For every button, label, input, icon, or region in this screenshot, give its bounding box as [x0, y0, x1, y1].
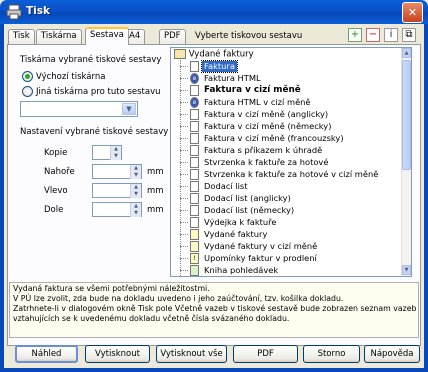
help-button[interactable]: Nápověda [364, 345, 420, 363]
up-icon[interactable]: ▲ [130, 203, 141, 210]
tab-pdf[interactable]: PDF [159, 29, 186, 44]
folder-icon [174, 49, 186, 59]
radio-default-printer[interactable] [22, 71, 33, 82]
settings-heading: Nastavení vybrané tiskové sestavy [20, 127, 169, 137]
up-icon[interactable]: ▲ [130, 184, 141, 191]
radio-default-printer-label: Výchozí tiskárna [36, 72, 106, 82]
down-icon[interactable]: ▼ [130, 172, 141, 179]
description-line: Zatrhnete-li v dialogovém okně Tisk pole… [13, 304, 417, 313]
print-button[interactable]: Vytisknout [85, 345, 150, 363]
bottom-margin-label: Dole [44, 205, 64, 215]
tree-root-label: Vydané faktury [188, 49, 254, 60]
tab-tisk[interactable]: Tisk [8, 29, 35, 44]
window-title: Tisk [26, 5, 50, 17]
document-icon [190, 157, 199, 168]
chevron-down-icon[interactable]: ▼ [122, 103, 136, 115]
up-icon[interactable]: ▲ [110, 146, 121, 153]
document-icon [190, 121, 199, 132]
copy-report-icon[interactable]: ⧉ [402, 28, 416, 42]
report-tree[interactable]: Vydané faktury Faktura e Faktura HTML Fak… [170, 47, 412, 277]
document-icon [190, 193, 199, 204]
document-icon [190, 61, 199, 72]
radio-other-printer[interactable] [22, 86, 33, 97]
unit-label: mm [147, 167, 164, 177]
document-icon [190, 181, 199, 192]
printer-icon [6, 4, 22, 20]
up-icon[interactable]: ▲ [130, 165, 141, 172]
report-description: Vydaná faktura se všemi potřebnými nálež… [9, 282, 419, 338]
tree-root[interactable]: Vydané faktury [174, 49, 254, 60]
down-icon[interactable]: ▼ [130, 191, 141, 198]
left-margin-label: Vlevo [44, 186, 68, 196]
radio-other-printer-label: Jiná tiskárna pro tuto sestavu [36, 87, 161, 97]
hint-label: Vyberte tiskovou sestavu [195, 31, 303, 41]
preview-button[interactable]: Náhled [15, 345, 78, 363]
web-icon: e [190, 73, 199, 84]
title-bar: Tisk ✕ [0, 0, 428, 24]
document-icon [190, 109, 199, 120]
cancel-button[interactable]: Storno [303, 345, 360, 363]
document-icon [190, 169, 199, 180]
top-margin-label: Nahoře [44, 167, 75, 177]
pdf-button[interactable]: PDF [233, 345, 298, 363]
tree-scrollbar[interactable]: ▲ ▼ [401, 48, 411, 276]
unit-label: mm [147, 186, 164, 196]
description-line: Vydaná faktura se všemi potřebnými nálež… [13, 284, 210, 293]
add-icon[interactable]: + [348, 28, 362, 42]
down-icon[interactable]: ▼ [110, 153, 121, 160]
tab-tiskarna[interactable]: Tiskárna [36, 29, 82, 44]
ledger-icon [190, 265, 199, 276]
remove-icon[interactable]: − [366, 28, 380, 42]
list-icon [190, 229, 199, 240]
copies-stepper[interactable]: ▲ ▼ [92, 145, 122, 160]
bottom-margin-stepper[interactable]: ▲ ▼ [92, 202, 142, 217]
description-line: V PÚ lze zvolit, zda bude na dokladu uve… [13, 294, 344, 303]
scroll-thumb[interactable] [402, 60, 411, 170]
info-icon[interactable]: i [384, 28, 398, 42]
document-icon [190, 85, 199, 96]
printer-heading: Tiskárna vybrané tiskové sestavy [20, 55, 162, 65]
reminder-icon: ! [190, 253, 199, 264]
close-button[interactable]: ✕ [402, 2, 423, 23]
tab-sestava[interactable]: Sestava [85, 27, 129, 45]
left-margin-stepper[interactable]: ▲ ▼ [92, 183, 142, 198]
scroll-down-icon[interactable]: ▼ [402, 265, 411, 275]
web-icon: e [190, 97, 199, 108]
document-icon [190, 145, 199, 156]
top-margin-stepper[interactable]: ▲ ▼ [92, 164, 142, 179]
printer-select[interactable]: ▼ [20, 101, 138, 117]
description-line: vztahujících se k uvedenému dokladu včet… [13, 314, 290, 323]
print-all-button[interactable]: Vytisknout vše [156, 345, 227, 363]
down-icon[interactable]: ▼ [130, 210, 141, 217]
list-icon [190, 241, 199, 252]
document-icon [190, 133, 199, 144]
copies-label: Kopie [44, 148, 68, 158]
document-icon [190, 217, 199, 228]
unit-label: mm [147, 205, 164, 215]
document-icon [190, 205, 199, 216]
scroll-up-icon[interactable]: ▲ [402, 48, 411, 58]
